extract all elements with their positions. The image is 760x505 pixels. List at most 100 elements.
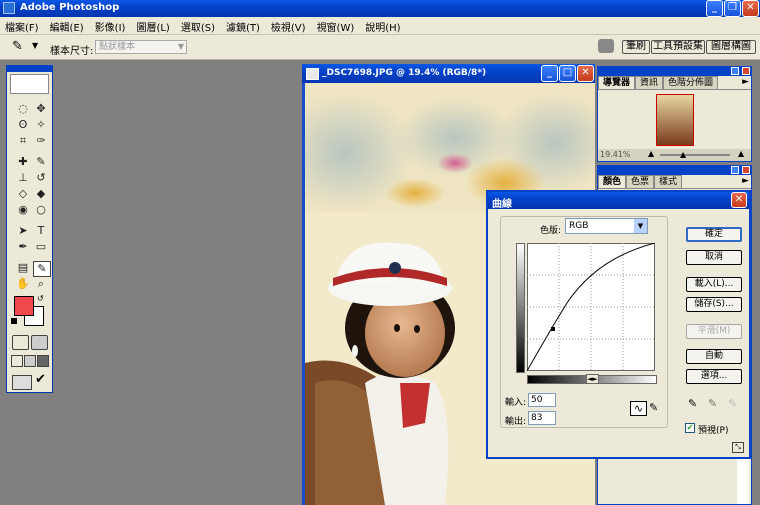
doc-close-button[interactable]: ✕ — [577, 65, 594, 82]
pencil-tool-icon[interactable]: ✎ — [649, 401, 658, 414]
tab-layer-comps[interactable]: 圖層構圖 — [706, 40, 756, 54]
doc-minimize-button[interactable]: _ — [541, 65, 558, 82]
move-icon[interactable]: ✥ — [33, 102, 49, 116]
tab-histogram[interactable]: 色階分佈圖 — [663, 76, 719, 89]
dodge-icon[interactable]: ○ — [33, 203, 49, 217]
curves-close-button[interactable]: ✕ — [731, 192, 747, 208]
navigator-tabs: 導覽器 資訊 色階分佈圖 ► — [598, 76, 751, 90]
chevron-down-icon[interactable]: ▼ — [634, 219, 647, 233]
default-colors-icon[interactable] — [11, 318, 17, 324]
file-browser-icon[interactable] — [598, 39, 614, 53]
zoom-slider-thumb[interactable]: ▲ — [680, 150, 686, 159]
lasso-icon[interactable]: ʘ — [15, 118, 31, 132]
panel-close-icon[interactable] — [742, 67, 750, 75]
navigator-panel: 導覽器 資訊 色階分佈圖 ► 19.41% ▲ ▲ ▲ — [597, 66, 752, 162]
options-button[interactable]: 選項... — [686, 369, 742, 384]
panel-scrollbar[interactable] — [737, 456, 749, 504]
slice-icon[interactable]: ✑ — [33, 134, 49, 148]
type-icon[interactable]: T — [33, 224, 49, 238]
output-label: 輸出: — [505, 417, 527, 427]
path-select-icon[interactable]: ➤ — [15, 224, 31, 238]
navigator-panel-header — [598, 67, 751, 76]
standard-mode-icon[interactable] — [12, 335, 29, 350]
panel-menu-icon[interactable]: ► — [742, 175, 749, 187]
preview-checkbox[interactable]: ✔ — [685, 423, 695, 433]
curve-tool-icon[interactable]: ∿ — [630, 401, 647, 416]
menu-item[interactable]: 說明(H) — [360, 17, 406, 34]
channel-select[interactable]: RGB ▼ — [565, 218, 648, 234]
color-tabs: 顏色 色票 樣式 ► — [598, 175, 751, 189]
magic-wand-icon[interactable]: ✧ — [33, 118, 49, 132]
history-brush-icon[interactable]: ↺ — [33, 171, 49, 185]
black-point-eyedropper-icon[interactable]: ✎ — [688, 397, 697, 410]
doc-maximize-button[interactable]: □ — [559, 65, 576, 82]
zoom-slider[interactable] — [660, 154, 730, 156]
save-button[interactable]: 儲存(S)... — [686, 297, 742, 312]
menu-item[interactable]: 影像(I) — [90, 17, 132, 34]
screen-mode-standard-icon[interactable] — [11, 355, 23, 367]
tab-swatches[interactable]: 色票 — [626, 175, 655, 188]
tab-color[interactable]: 顏色 — [598, 175, 627, 188]
screen-mode-menu-icon[interactable] — [24, 355, 36, 367]
hand-icon[interactable]: ✋ — [15, 277, 31, 291]
zoom-out-icon[interactable]: ▲ — [648, 149, 654, 158]
quick-mask-icon[interactable] — [31, 335, 48, 350]
screen-mode-full-icon[interactable] — [37, 355, 49, 367]
panel-menu-icon[interactable]: ► — [742, 76, 749, 88]
ok-button[interactable]: 確定 — [686, 227, 742, 242]
load-button[interactable]: 載入(L)... — [686, 277, 742, 292]
swap-colors-icon[interactable]: ↺ — [37, 294, 44, 303]
navigator-zoom[interactable]: 19.41% — [600, 150, 631, 159]
tab-info[interactable]: 資訊 — [635, 76, 664, 89]
menu-item[interactable]: 濾鏡(T) — [221, 17, 266, 34]
menu-item[interactable]: 檔案(F) — [0, 17, 45, 34]
smooth-button[interactable]: 平滑(M) — [686, 324, 742, 339]
rect-marquee-icon[interactable]: ◌ — [15, 102, 31, 116]
white-point-eyedropper-icon[interactable]: ✎ — [728, 397, 737, 410]
close-button[interactable]: ✕ — [742, 0, 759, 17]
healing-brush-icon[interactable]: ✚ — [15, 155, 31, 169]
blur-icon[interactable]: ◉ — [15, 203, 31, 217]
menu-item[interactable]: 視窗(W) — [312, 17, 361, 34]
input-field[interactable]: 50 — [528, 393, 556, 407]
panel-minimize-icon[interactable] — [731, 67, 739, 75]
tab-navigator[interactable]: 導覽器 — [598, 76, 636, 89]
restore-button[interactable]: ❐ — [724, 0, 741, 17]
brush-icon[interactable]: ✎ — [33, 155, 49, 169]
tool-preset-dropdown-icon[interactable]: ▼ — [32, 41, 38, 50]
minimize-button[interactable]: _ — [706, 0, 723, 17]
menu-item[interactable]: 圖層(L) — [131, 17, 175, 34]
pen-icon[interactable]: ✒ — [15, 240, 31, 254]
zoom-icon[interactable]: ⌕ — [33, 277, 49, 291]
sample-size-select[interactable]: 點狀樣本 ▼ — [95, 40, 187, 54]
paint-bucket-icon[interactable]: ◆ — [33, 187, 49, 201]
eyedropper-tool-icon[interactable]: ✎ — [12, 39, 23, 54]
app-title: Adobe Photoshop — [20, 2, 120, 13]
curve-graph[interactable] — [527, 243, 655, 371]
navigator-thumbnail[interactable] — [656, 94, 694, 146]
auto-button[interactable]: 自動 — [686, 349, 742, 364]
tab-tool-presets[interactable]: 工具預設集 — [651, 40, 705, 54]
shape-icon[interactable]: ▭ — [33, 240, 49, 254]
gradient-swap-icon[interactable]: ◄► — [586, 374, 599, 384]
output-field[interactable]: 83 — [528, 411, 556, 425]
eyedropper-icon[interactable]: ✎ — [33, 261, 51, 277]
tab-brushes[interactable]: 筆刷 — [622, 40, 650, 54]
panel-minimize-icon[interactable] — [731, 166, 739, 174]
check-icon[interactable]: ✔ — [35, 372, 46, 387]
panel-close-icon[interactable] — [742, 166, 750, 174]
zoom-in-icon[interactable]: ▲ — [738, 149, 744, 158]
jump-to-imageready-icon[interactable] — [12, 375, 32, 390]
menu-item[interactable]: 檢視(V) — [266, 17, 312, 34]
menu-item[interactable]: 選取(S) — [176, 17, 221, 34]
eraser-icon[interactable]: ◇ — [15, 187, 31, 201]
gray-point-eyedropper-icon[interactable]: ✎ — [708, 397, 717, 410]
menu-item[interactable]: 編輯(E) — [45, 17, 90, 34]
expand-dialog-icon[interactable]: ⤡ — [732, 442, 744, 453]
tab-styles[interactable]: 樣式 — [654, 175, 683, 188]
crop-icon[interactable]: ⌗ — [15, 134, 31, 148]
notes-icon[interactable]: ▤ — [15, 261, 31, 275]
cancel-button[interactable]: 取消 — [686, 250, 742, 265]
clone-stamp-icon[interactable]: ⊥ — [15, 171, 31, 185]
foreground-color-swatch[interactable] — [14, 296, 34, 316]
